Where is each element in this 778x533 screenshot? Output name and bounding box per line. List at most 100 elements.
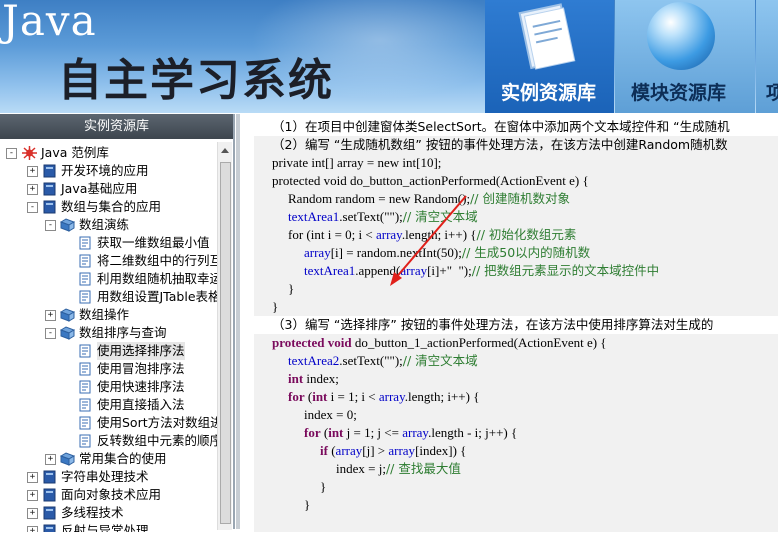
tree-label: 面向对象技术应用 <box>61 487 162 502</box>
code-token: array <box>402 425 429 440</box>
code-token: [j] > <box>362 443 389 458</box>
code-token: int <box>288 371 304 386</box>
code-token: index = j; <box>336 461 386 476</box>
document-icon <box>79 254 91 268</box>
tree-label: Java 范例库 <box>41 145 109 160</box>
book-icon <box>43 506 56 520</box>
book-icon <box>43 200 56 214</box>
document-icon <box>79 416 91 430</box>
tree-label: 使用直接插入法 <box>97 397 185 412</box>
code-token: index = 0; <box>304 407 357 422</box>
code-line: textArea2.setText("");// 清空文本域 <box>288 352 478 370</box>
document-icon <box>79 236 91 250</box>
book-icon <box>43 488 56 502</box>
code-line: index = j;// 查找最大值 <box>336 460 461 478</box>
code-token: if <box>320 443 328 458</box>
tree-label: 使用快速排序法 <box>97 379 185 394</box>
code-token: .setText(""); <box>339 353 403 368</box>
code-token: array <box>378 389 405 404</box>
code-token: // 清空文本域 <box>402 353 478 368</box>
tab-module-library[interactable]: 模块资源库 <box>615 0 755 113</box>
book-icon <box>43 470 56 484</box>
tree-label: Java基础应用 <box>61 181 138 196</box>
code-line: } <box>320 478 326 496</box>
tree-label: 使用Sort方法对数组进 <box>97 415 218 430</box>
tab-project-library[interactable]: 项 <box>756 0 778 113</box>
collapse-toggle[interactable]: - <box>6 148 17 159</box>
code-token: textArea2 <box>288 353 340 368</box>
scroll-up-arrow-icon[interactable] <box>221 148 229 153</box>
instruction-text: （3）编写 “选择排序” 按钮的事件处理方法，在该方法中使用排序算法对生成的 <box>272 316 713 334</box>
expand-toggle[interactable]: + <box>45 454 56 465</box>
code-line: int index; <box>288 370 339 388</box>
sidebar-header: 实例资源库 <box>0 114 233 139</box>
code-token: int <box>328 425 344 440</box>
tree-label: 数组操作 <box>79 307 130 322</box>
tree-label: 数组演练 <box>79 217 130 232</box>
folder-icon <box>60 218 75 232</box>
content-pane: （1）在项目中创建窗体类SelectSort。在窗体中添加两个文本域控件和 “生… <box>236 114 778 532</box>
tree-label: 常用集合的使用 <box>79 451 167 466</box>
sidebar-scrollbar[interactable] <box>217 142 232 530</box>
expand-toggle[interactable]: + <box>27 526 38 532</box>
code-token: [index]) { <box>415 443 467 458</box>
code-line: for (int i = 1; i < array.length; i++) { <box>288 388 479 406</box>
document-icon <box>79 344 91 358</box>
expand-toggle[interactable]: + <box>27 166 38 177</box>
code-token: array <box>388 443 416 458</box>
collapse-toggle[interactable]: - <box>45 328 56 339</box>
java-star-icon <box>22 146 37 160</box>
code-token: j = 1; j <= <box>343 425 403 440</box>
code-token: ( <box>327 443 336 458</box>
document-icon <box>79 362 91 376</box>
book-icon <box>43 182 56 196</box>
code-token: for <box>288 389 305 404</box>
scrollbar-thumb[interactable] <box>220 162 231 524</box>
tree-label: 数组与集合的应用 <box>61 199 162 214</box>
system-title: 自主学习系统 <box>58 55 334 106</box>
code-token: } <box>320 479 327 494</box>
brand-logo: Java <box>2 0 97 45</box>
document-icon <box>79 272 91 286</box>
code-line: } <box>304 496 310 514</box>
code-token: i = 1; i < <box>327 389 379 404</box>
code-token: index; <box>303 371 339 386</box>
collapse-toggle[interactable]: - <box>27 202 38 213</box>
tree-label: 获取一维数组最小值 <box>97 235 210 250</box>
code-line: index = 0; <box>304 406 357 424</box>
tab-example-library[interactable]: 实例资源库 <box>485 0 614 113</box>
code-token: （3）编写 “选择排序” 按钮的事件处理方法，在该方法中使用排序算法对生成的 <box>272 317 714 332</box>
tree-label: 多线程技术 <box>61 505 124 520</box>
expand-toggle[interactable]: + <box>27 472 38 483</box>
resource-tree[interactable]: - Java 范例库 + 开发环境的应用 + Java基础应用 - 数组与集合的应用 - 数组… <box>0 142 218 532</box>
header-banner: Java 自主学习系统 实例资源库 模块资源库 项 <box>0 0 778 113</box>
code-token: int <box>312 389 328 404</box>
collapse-toggle[interactable]: - <box>45 220 56 231</box>
document-icon <box>79 380 91 394</box>
sidebar: 实例资源库 - Java 范例库 + 开发环境的应用 + Java基础应用 - 数组与集合… <box>0 114 235 532</box>
tree-label: 用数组设置JTable表格 <box>97 289 218 304</box>
folder-icon <box>60 326 75 340</box>
expand-toggle[interactable]: + <box>27 490 38 501</box>
code-line: for (int j = 1; j <= array.length - i; j… <box>304 424 517 442</box>
code-token: do_button_1_actionPerformed(ActionEvent … <box>351 335 607 350</box>
code-token: protected void <box>272 335 352 350</box>
code-token: .length - i; j++) { <box>428 425 518 440</box>
document-icon <box>79 290 91 304</box>
expand-toggle[interactable]: + <box>27 184 38 195</box>
folder-icon <box>60 452 75 466</box>
code-document[interactable]: （1）在项目中创建窗体类SelectSort。在窗体中添加两个文本域控件和 “生… <box>254 118 778 533</box>
document-icon <box>79 434 91 448</box>
tree-label: 利用数组随机抽取幸运 <box>97 271 218 286</box>
tab-label: 模块资源库 <box>631 82 727 104</box>
folder-icon <box>60 308 75 322</box>
tree-label: 数组排序与查询 <box>79 325 167 340</box>
tree-label: 使用选择排序法 <box>97 342 185 360</box>
expand-toggle[interactable]: + <box>45 310 56 321</box>
code-token: array <box>335 443 363 458</box>
code-token: .length; i++) { <box>404 389 480 404</box>
code-line: if (array[j] > array[index]) { <box>320 442 466 460</box>
expand-toggle[interactable]: + <box>27 508 38 519</box>
tree-label: 将二维数组中的行列互 <box>97 253 218 268</box>
red-annotation-arrow-icon <box>390 195 467 286</box>
